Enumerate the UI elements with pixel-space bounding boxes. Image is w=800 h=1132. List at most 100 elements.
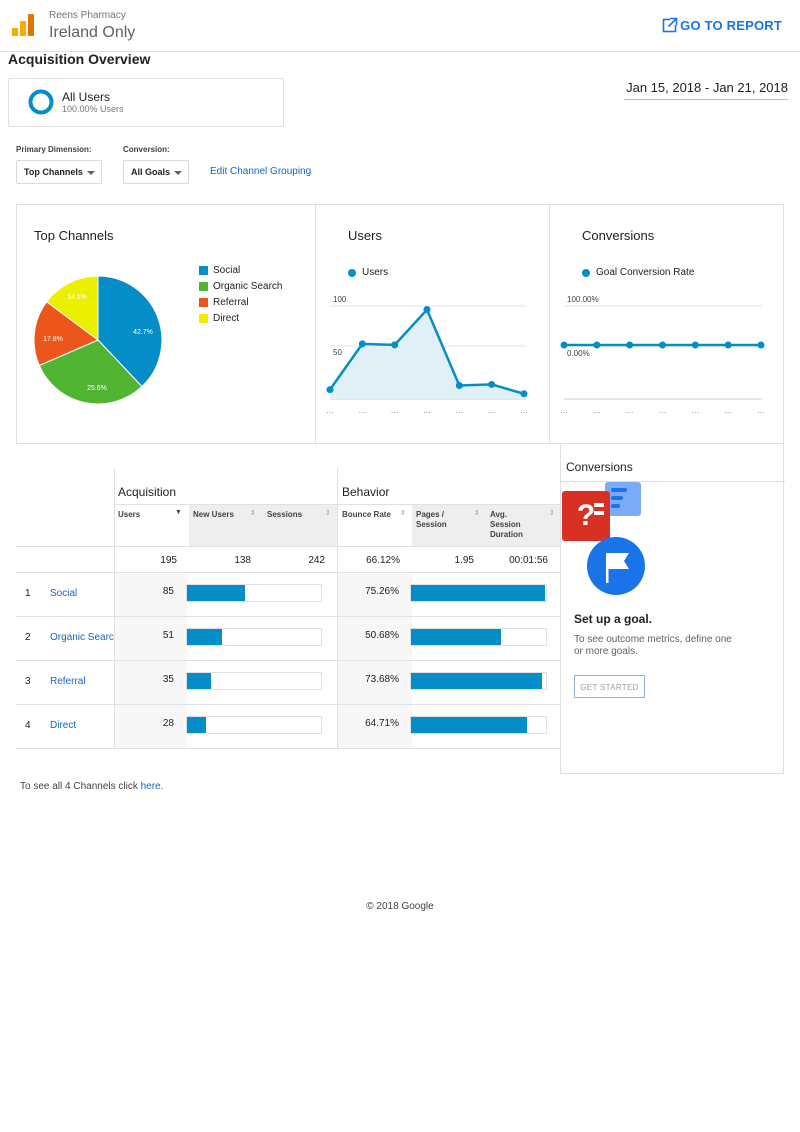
footnote-text: To see all 4 Channels click (20, 781, 141, 792)
x-tick-label: … (659, 406, 667, 415)
get-started-button[interactable]: GET STARTED (574, 675, 645, 698)
bounce-bar-fill (411, 585, 545, 601)
row-users: 85 (162, 586, 174, 597)
row-bounce-bar (410, 716, 547, 734)
sessions-bar-fill (187, 585, 245, 601)
total-new-users: 138 (234, 555, 251, 566)
row-number: 2 (25, 632, 31, 643)
row-sessions-bar (186, 628, 322, 646)
sort-icon[interactable]: ⇕ (400, 509, 406, 517)
data-point (358, 340, 366, 348)
conversions-legend: Goal Conversion Rate (582, 267, 694, 278)
sort-icon[interactable]: ⇕ (325, 509, 331, 517)
segment-name: All Users (62, 90, 111, 104)
conversions-panel-title: Conversions (582, 228, 655, 243)
row-channel-link[interactable]: Direct (50, 720, 114, 731)
chevron-down-icon (87, 171, 95, 175)
sort-icon[interactable]: ⇕ (549, 509, 555, 517)
header-new-users[interactable]: New Users (193, 510, 234, 520)
charts-row: Top Channels 42.7% 25.6% 17.8% 14.1% Soc… (16, 204, 784, 445)
data-point (626, 341, 634, 349)
row-channel-link[interactable]: Organic Search (50, 632, 114, 643)
conversion-value: All Goals (131, 167, 171, 177)
users-panel-title: Users (348, 228, 382, 243)
row-users: 35 (162, 674, 174, 685)
behavior-group-title: Behavior (342, 485, 390, 499)
svg-text:?: ? (577, 499, 595, 532)
legend-label: Referral (213, 297, 249, 308)
pie-label-organic: 25.6% (87, 385, 107, 392)
acquisition-group-title: Acquisition (118, 485, 177, 499)
legend-item-referral: Referral (199, 297, 249, 308)
x-tick-label: … (520, 406, 528, 415)
pie-label-social: 42.7% (133, 329, 153, 336)
analytics-logo-icon (12, 14, 34, 36)
table-row: 3 Referral 35 73.68% (16, 661, 560, 705)
legend-dot (348, 268, 356, 277)
row-bounce-rate: 50.68% (365, 630, 399, 641)
report-header: Reens Pharmacy Ireland Only GO TO REPORT (0, 0, 800, 52)
go-to-report-button[interactable]: GO TO REPORT (662, 17, 782, 33)
segment-percentage: 100.00% Users (62, 104, 124, 114)
date-range[interactable]: Jan 15, 2018 - Jan 21, 2018 (624, 80, 788, 100)
conversions-line-chart: 100.00% 0.00% ………………… (560, 295, 765, 415)
y-tick-100pct: 100.00% (567, 295, 599, 304)
conversion-select[interactable]: All Goals (123, 160, 189, 184)
data-point (488, 380, 496, 388)
row-users: 51 (162, 630, 174, 641)
page-title: Acquisition Overview (8, 51, 151, 67)
top-channels-pie: 42.7% 25.6% 17.8% 14.1% (33, 275, 163, 405)
x-tick-label: … (691, 406, 699, 415)
footnote-tail: . (160, 781, 164, 792)
legend-swatch (199, 282, 208, 291)
row-sessions-bar (186, 584, 322, 602)
here-link[interactable]: here (141, 781, 161, 792)
channels-footnote: To see all 4 Channels click here. (20, 781, 163, 792)
sort-icon[interactable]: ⇕ (474, 509, 480, 517)
go-to-report-label: GO TO REPORT (680, 17, 782, 33)
header-sessions[interactable]: Sessions (267, 510, 302, 520)
x-tick-label: … (326, 406, 334, 415)
segment-card[interactable]: All Users 100.00% Users (8, 78, 284, 127)
legend-item-organic: Organic Search (199, 281, 282, 292)
y-tick-50: 50 (333, 348, 342, 357)
goal-illustration-icon: ? (562, 482, 645, 595)
sessions-bar-fill (187, 629, 222, 645)
row-bounce-rate: 64.71% (365, 718, 399, 729)
legend-swatch (199, 298, 208, 307)
users-line-chart: 100 50 ………………… (326, 295, 528, 415)
x-ticks: ………………… (326, 406, 528, 415)
primary-dimension-select[interactable]: Top Channels (16, 160, 102, 184)
account-name: Reens Pharmacy (49, 10, 126, 21)
header-avg-session-duration[interactable]: Avg. Session Duration (490, 510, 523, 540)
sort-desc-icon[interactable]: ▼ (175, 509, 182, 516)
bounce-bar-fill (411, 673, 542, 689)
x-tick-label: … (488, 406, 496, 415)
row-channel-link[interactable]: Referral (50, 676, 114, 687)
data-point (691, 341, 699, 349)
row-bounce-rate: 75.26% (365, 586, 399, 597)
x-tick-label: … (358, 406, 366, 415)
header-bounce-rate[interactable]: Bounce Rate (342, 510, 391, 520)
header-users[interactable]: Users (118, 510, 140, 520)
data-point (659, 341, 666, 349)
chevron-down-icon (174, 171, 182, 175)
data-point (455, 381, 463, 389)
header-pages-session[interactable]: Pages / Session (416, 510, 447, 530)
edit-channel-grouping-link[interactable]: Edit Channel Grouping (210, 166, 311, 177)
row-bounce-bar (410, 672, 547, 690)
open-external-icon (662, 17, 679, 33)
bounce-bar-fill (411, 629, 501, 645)
sort-icon[interactable]: ⇕ (250, 509, 256, 517)
legend-swatch (199, 266, 208, 275)
total-sessions: 242 (308, 555, 325, 566)
top-channels-title: Top Channels (34, 228, 114, 243)
table-row: 1 Social 85 75.26% (16, 573, 560, 617)
row-users: 28 (162, 718, 174, 729)
legend-item-direct: Direct (199, 313, 239, 324)
conversion-label: Conversion: (123, 145, 170, 154)
goal-description: To see outcome metrics, define one or mo… (574, 634, 732, 657)
row-channel-link[interactable]: Social (50, 588, 114, 599)
row-sessions-bar (186, 716, 322, 734)
row-bounce-bar (410, 628, 547, 646)
